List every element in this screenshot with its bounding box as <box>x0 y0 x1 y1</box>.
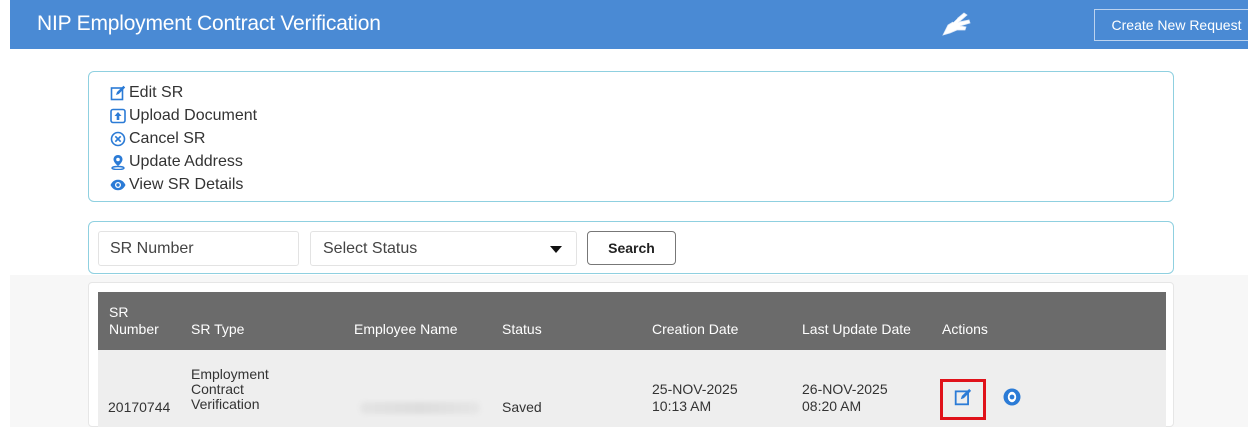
sr-number-input[interactable] <box>98 231 299 266</box>
column-header-sr-type: SR Type <box>191 321 245 337</box>
cell-sr-number: 20170744 <box>108 399 171 415</box>
search-button[interactable]: Search <box>587 231 676 265</box>
legend-label: View SR Details <box>129 175 244 193</box>
legend-item-edit-sr: Edit SR <box>109 81 257 104</box>
status-select[interactable]: Select Status <box>310 231 577 266</box>
legend-label: Edit SR <box>129 83 184 101</box>
search-panel: Select Status Search <box>88 221 1174 274</box>
chevron-down-icon <box>550 246 562 253</box>
edit-icon <box>109 84 127 102</box>
edit-icon <box>954 388 972 411</box>
column-header-last-update-date: Last Update Date <box>802 321 911 337</box>
legend-item-update-address: Update Address <box>109 150 257 173</box>
edit-sr-action[interactable] <box>940 379 986 420</box>
legend-item-upload-document: Upload Document <box>109 104 257 127</box>
page-title: NIP Employment Contract Verification <box>37 12 381 35</box>
action-legend-panel: Edit SR Upload Document Cancel SR Update… <box>88 71 1174 202</box>
cell-last-update-date: 26-NOV-2025 08:20 AM <box>802 381 888 414</box>
legend-item-cancel-sr: Cancel SR <box>109 127 257 150</box>
legend-item-view-sr-details: View SR Details <box>109 173 257 196</box>
location-pin-icon <box>109 153 127 171</box>
legend-label: Update Address <box>129 152 243 170</box>
table-row: 20170744 Employment Contract Verificatio… <box>98 350 1166 427</box>
column-header-employee-name: Employee Name <box>354 321 458 337</box>
column-header-actions: Actions <box>942 321 988 337</box>
cell-sr-type: Employment Contract Verification <box>191 366 269 412</box>
status-select-value: Select Status <box>323 239 418 257</box>
table-header: SR Number SR Type Employee Name Status C… <box>98 292 1166 350</box>
pointing-hand-icon <box>940 9 972 37</box>
upload-icon <box>109 107 127 125</box>
column-header-status: Status <box>502 321 542 337</box>
eye-icon <box>1002 387 1022 412</box>
create-new-request-button[interactable]: Create New Request <box>1094 9 1248 41</box>
legend-label: Cancel SR <box>129 129 206 147</box>
results-table: SR Number SR Type Employee Name Status C… <box>88 282 1174 427</box>
view-sr-details-action[interactable] <box>1001 388 1023 410</box>
legend-label: Upload Document <box>129 106 258 124</box>
cell-creation-date: 25-NOV-2025 10:13 AM <box>652 381 738 414</box>
column-header-creation-date: Creation Date <box>652 321 739 337</box>
cell-employee-name-redacted <box>360 402 480 414</box>
action-legend-list: Edit SR Upload Document Cancel SR Update… <box>109 81 257 196</box>
column-header-sr-number: SR Number <box>109 304 159 337</box>
cell-status: Saved <box>502 399 542 415</box>
eye-icon <box>109 176 127 194</box>
app-header: NIP Employment Contract Verification Cre… <box>10 0 1248 49</box>
cancel-circle-icon <box>109 130 127 148</box>
